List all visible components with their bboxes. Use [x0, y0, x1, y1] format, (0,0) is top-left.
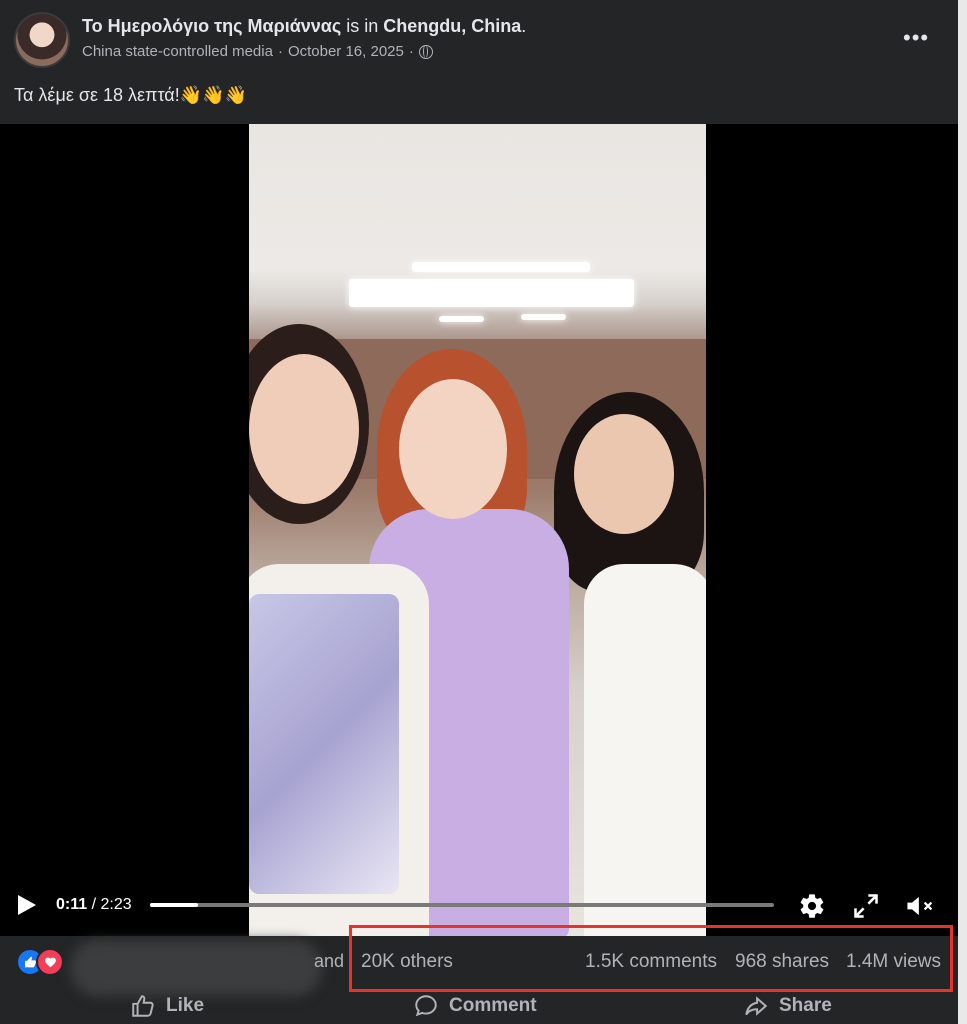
ceiling-light [412, 262, 590, 272]
like-label: Like [166, 995, 205, 1016]
person-body [584, 564, 706, 936]
reaction-icons[interactable] [16, 948, 76, 976]
love-reaction-icon [36, 948, 64, 976]
play-icon[interactable] [18, 895, 36, 915]
person-face [249, 354, 359, 504]
post-caption: Τα λέμε σε 18 λεπτά!👋👋👋 [14, 85, 247, 105]
video-time: 0:11 / 2:23 [56, 896, 132, 914]
meta-separator-2: · [408, 43, 414, 60]
comment-label: Comment [449, 995, 537, 1016]
meta-separator: · [277, 43, 283, 60]
video-frame[interactable] [249, 124, 706, 936]
duration: / 2:23 [91, 896, 132, 913]
muted-speaker-icon[interactable] [904, 892, 936, 920]
author-name[interactable]: Το Ημερολόγιο της Μαριάννας [82, 16, 341, 36]
post-date[interactable]: October 16, 2025 [288, 43, 404, 60]
location-suffix: . [521, 16, 527, 36]
more-options-button[interactable]: ••• [903, 27, 929, 49]
person-scarf [249, 594, 399, 894]
share-arrow-icon [745, 996, 768, 1016]
page-edge [958, 0, 967, 1024]
media-label[interactable]: China state-controlled media [82, 43, 273, 60]
facebook-post: Το Ημερολόγιο της Μαριάννας is in Chengd… [0, 0, 958, 1024]
globe-icon [418, 44, 433, 59]
location-link[interactable]: Chengdu, China [383, 16, 521, 36]
author-avatar[interactable] [14, 12, 70, 68]
is-in-text: is in [346, 16, 379, 36]
current-time: 0:11 [56, 896, 88, 913]
like-button[interactable]: Like [130, 993, 204, 1019]
blurred-reactor-names [70, 940, 322, 996]
progress-bar-fill [150, 903, 199, 907]
share-button[interactable]: Share [743, 993, 832, 1019]
settings-gear-icon[interactable] [798, 892, 826, 920]
thumbs-up-icon [132, 995, 154, 1017]
comment-button[interactable]: Comment [413, 993, 537, 1019]
post-meta: China state-controlled media · October 1… [82, 43, 433, 60]
person-face [399, 379, 507, 519]
ceiling-light [521, 314, 566, 320]
ceiling-light [349, 279, 634, 307]
ceiling-light [439, 316, 484, 322]
post-header: Το Ημερολόγιο της Μαριάννας is in Chengd… [82, 16, 526, 37]
progress-bar[interactable] [150, 903, 774, 907]
person-face [574, 414, 674, 534]
and-text: and [314, 951, 345, 971]
share-label: Share [779, 995, 832, 1016]
highlight-box [349, 925, 953, 992]
video-player[interactable] [0, 124, 958, 936]
comment-icon [415, 995, 437, 1017]
fullscreen-icon[interactable] [852, 892, 880, 920]
